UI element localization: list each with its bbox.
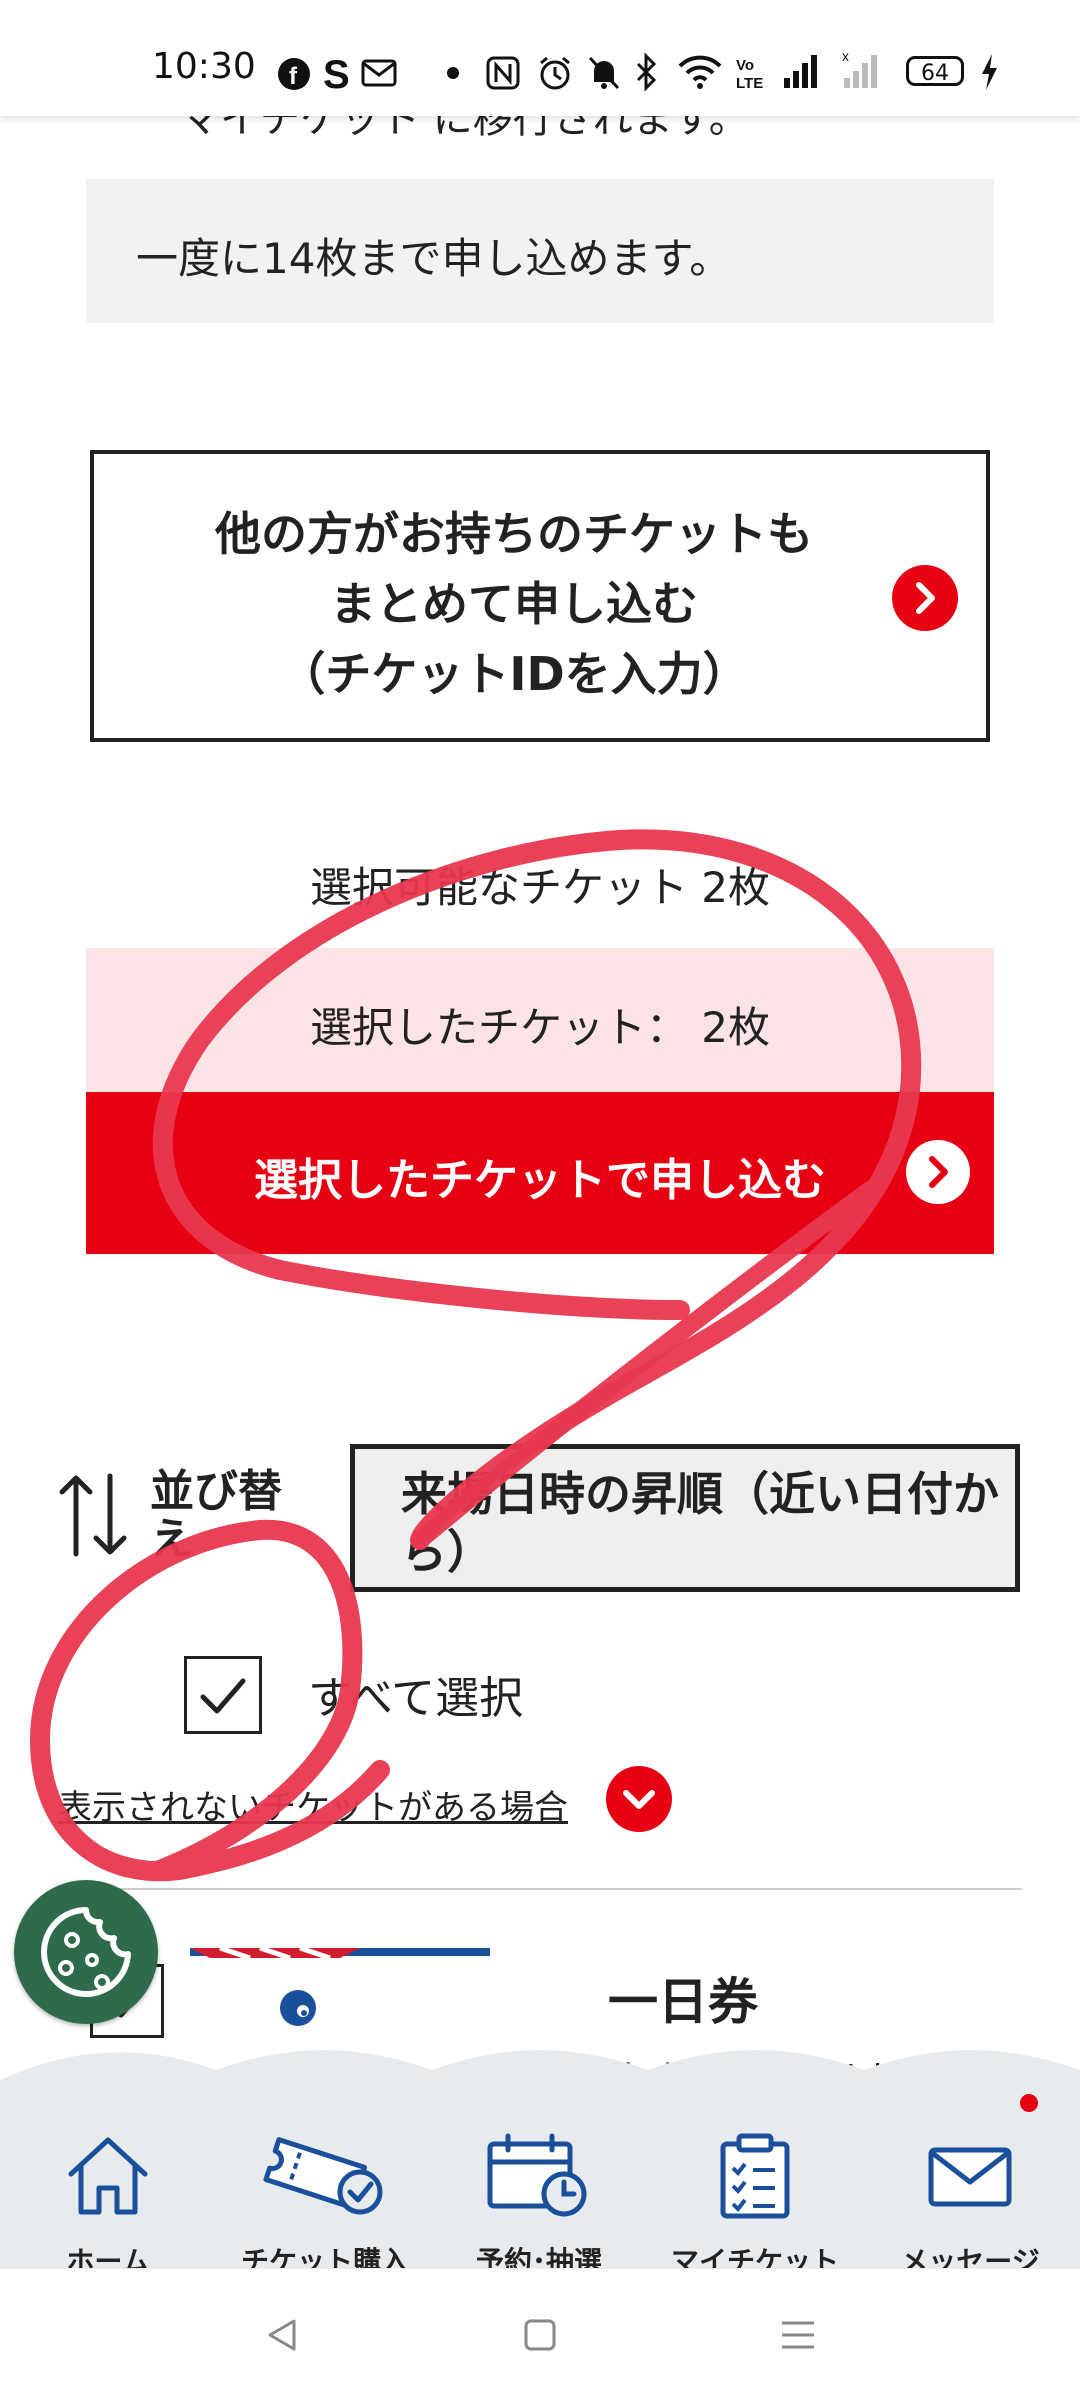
ticket-title: 一日券 xyxy=(608,1973,758,2031)
status-bar: 10:30 f S Vo LTE x 64 xyxy=(0,0,1080,116)
selected-count: 選択したチケット： 2枚 xyxy=(309,1003,771,1052)
chevron-down-icon[interactable] xyxy=(606,1766,672,1832)
status-time: 10:30 xyxy=(152,46,256,87)
alarm-icon xyxy=(540,56,570,90)
cookie-settings-button[interactable] xyxy=(14,1880,158,2024)
calendar-clock-icon xyxy=(487,2133,587,2217)
others-button-line1: 他の方がお持ちのチケットも xyxy=(215,507,813,561)
nav-ticket-purchase[interactable]: チケット購入 xyxy=(220,2100,430,2278)
nfc-icon xyxy=(486,56,520,90)
charging-icon xyxy=(982,54,997,90)
apply-selected-button[interactable]: 選択したチケットで申し込む xyxy=(86,1092,994,1254)
signal-icon xyxy=(784,55,817,88)
signal-empty-icon: x xyxy=(842,50,877,88)
svg-text:S: S xyxy=(323,54,350,92)
sort-icon xyxy=(59,1473,127,1557)
sort-select-value: 来場日時の昇順（近い日付から） xyxy=(401,1467,999,1579)
bluetooth-icon xyxy=(636,52,657,92)
sort-select[interactable]: 来場日時の昇順（近い日付から） xyxy=(350,1444,1020,1592)
checkmark-icon xyxy=(200,1678,246,1714)
info-text: 一度に14枚まで申し込めます。 xyxy=(136,234,732,283)
notification-dot xyxy=(1020,2094,1038,2112)
cookie-icon xyxy=(41,1907,131,1997)
nav-my-ticket[interactable]: マイチケット xyxy=(660,2100,850,2278)
apply-button-label: 選択したチケットで申し込む xyxy=(254,1155,826,1206)
others-button-line2: まとめて申し込む xyxy=(330,577,698,631)
s-icon: S xyxy=(323,54,350,92)
clipboard-icon xyxy=(720,2133,790,2219)
home-circle-icon[interactable] xyxy=(520,2315,560,2355)
divider xyxy=(58,1888,1022,1890)
chevron-right-icon xyxy=(906,1140,970,1204)
select-all-label[interactable]: すべて選択 xyxy=(308,1662,523,1726)
battery-icon: 64 xyxy=(906,56,964,86)
sort-label: 並び替え xyxy=(150,1468,282,1564)
wifi-icon xyxy=(678,55,722,89)
nav-reservation[interactable]: 予約･抽選 xyxy=(444,2100,634,2278)
svg-text:f: f xyxy=(289,63,298,90)
envelope-icon xyxy=(928,2147,1012,2207)
ticket-purchase-icon xyxy=(263,2137,383,2215)
info-box: 一度に14枚まで申し込めます。 xyxy=(86,179,994,323)
facebook-icon: f xyxy=(278,58,310,90)
mute-icon xyxy=(588,56,620,90)
mail-icon xyxy=(361,59,397,87)
dot-icon xyxy=(447,67,459,79)
back-icon[interactable] xyxy=(262,2315,302,2355)
select-all-checkbox[interactable] xyxy=(184,1656,262,1734)
others-button-line3: （チケットIDを入力） xyxy=(279,647,749,701)
selected-count-bar: 選択したチケット： 2枚 xyxy=(86,948,994,1092)
bottom-nav: ホーム チケット購入 予約･抽選 マイチケット メッセージ xyxy=(0,2040,1080,2278)
nav-message[interactable]: メッセージ xyxy=(880,2100,1060,2278)
android-nav-bar xyxy=(0,2268,1080,2401)
nav-home[interactable]: ホーム xyxy=(28,2100,188,2278)
home-icon xyxy=(68,2137,148,2215)
svg-text:x: x xyxy=(842,50,849,64)
svg-text:Vo: Vo xyxy=(736,57,754,74)
hidden-tickets-link[interactable]: 表示されないチケットがある場合 xyxy=(58,1780,568,1829)
recents-icon[interactable] xyxy=(778,2315,818,2355)
svg-text:LTE: LTE xyxy=(736,75,763,92)
available-count: 選択可能なチケット 2枚 xyxy=(309,863,771,912)
volte-icon: VoLTE xyxy=(736,57,763,92)
others-tickets-button[interactable]: 他の方がお持ちのチケットも まとめて申し込む （チケットIDを入力） xyxy=(90,450,990,742)
chevron-right-icon xyxy=(892,565,958,631)
